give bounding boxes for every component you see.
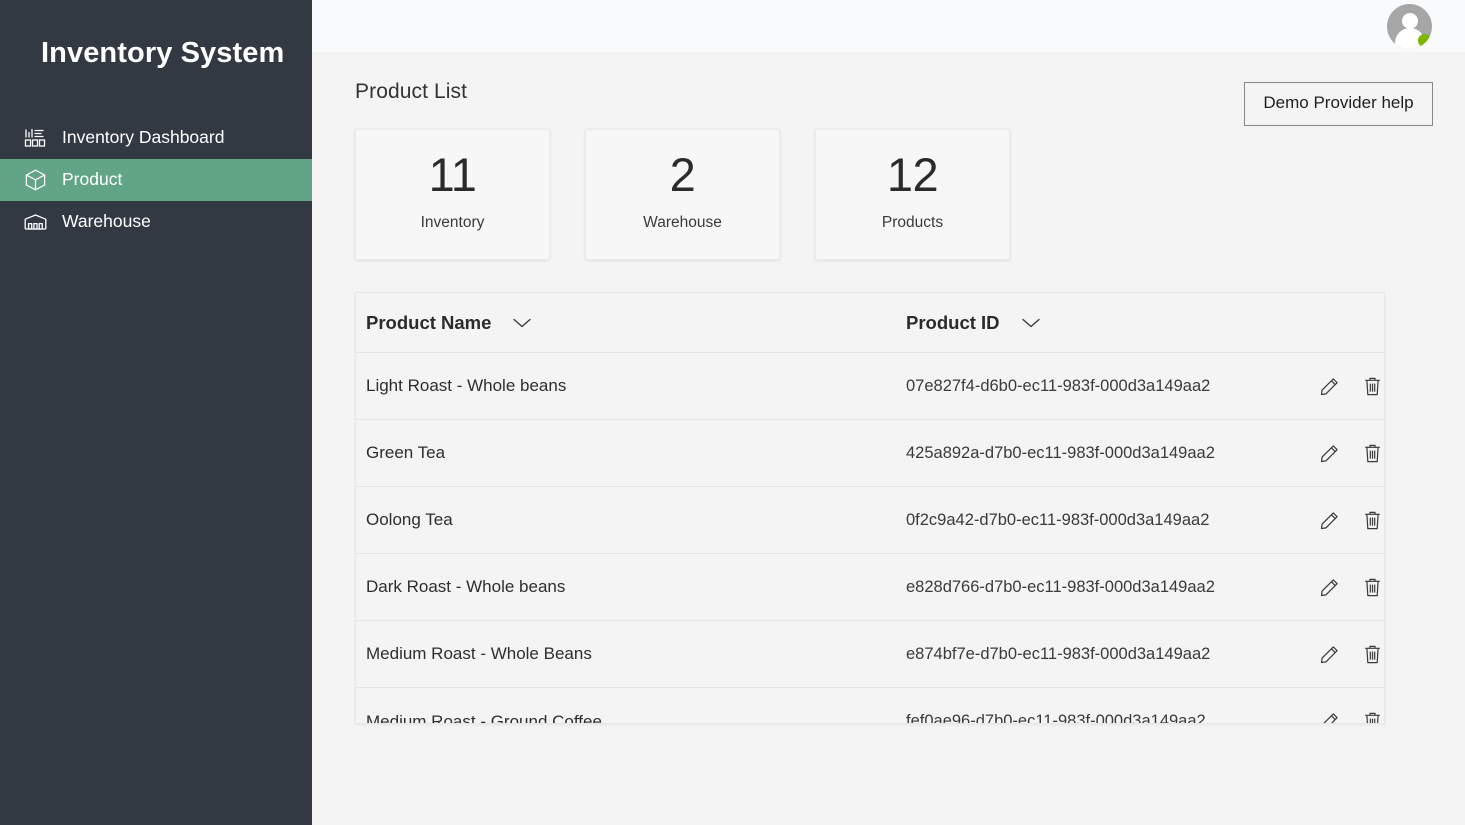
- app-brand-title: Inventory System: [0, 0, 312, 71]
- stat-label: Inventory: [421, 214, 485, 232]
- delete-trash-icon[interactable]: [1361, 442, 1383, 464]
- sidebar-item-label: Inventory Dashboard: [62, 129, 224, 148]
- cell-product-id: 07e827f4-d6b0-ec11-983f-000d3a149aa2: [906, 377, 1306, 396]
- product-table: Product Name Product ID: [355, 292, 1385, 724]
- edit-pencil-icon[interactable]: [1318, 643, 1340, 665]
- cell-product-name: Dark Roast - Whole beans: [366, 577, 906, 597]
- cell-actions: [1306, 643, 1384, 665]
- table-row[interactable]: Dark Roast - Whole beans e828d766-d7b0-e…: [356, 554, 1384, 621]
- cell-product-name: Light Roast - Whole beans: [366, 376, 906, 396]
- sidebar-item-product[interactable]: Product: [0, 159, 312, 201]
- edit-pencil-icon[interactable]: [1318, 375, 1340, 397]
- table-row[interactable]: Medium Roast - Ground Coffee fef0ae96-d7…: [356, 688, 1384, 724]
- cell-actions: [1306, 576, 1384, 598]
- sidebar-nav: Inventory Dashboard Product: [0, 117, 312, 243]
- delete-trash-icon[interactable]: [1361, 375, 1383, 397]
- table-row[interactable]: Medium Roast - Whole Beans e874bf7e-d7b0…: [356, 621, 1384, 688]
- sidebar-item-label: Warehouse: [62, 213, 151, 232]
- edit-pencil-icon[interactable]: [1318, 711, 1340, 725]
- delete-trash-icon[interactable]: [1361, 643, 1383, 665]
- column-header-label: Product Name: [366, 312, 491, 334]
- sidebar: Inventory System Inventory Dashboard: [0, 0, 312, 825]
- cell-product-name: Oolong Tea: [366, 510, 906, 530]
- sidebar-item-warehouse[interactable]: Warehouse: [0, 201, 312, 243]
- stat-card-inventory: 11 Inventory: [355, 129, 550, 260]
- cell-product-name: Green Tea: [366, 443, 906, 463]
- column-header-product-name[interactable]: Product Name: [366, 312, 906, 334]
- warehouse-icon: [22, 210, 48, 234]
- stat-label: Warehouse: [643, 214, 722, 232]
- avatar[interactable]: [1387, 4, 1432, 49]
- main-area: Product List Demo Provider help 11 Inven…: [312, 0, 1465, 825]
- cell-product-id: 0f2c9a42-d7b0-ec11-983f-000d3a149aa2: [906, 511, 1306, 530]
- chevron-down-icon[interactable]: [511, 316, 533, 329]
- demo-provider-help-button[interactable]: Demo Provider help: [1244, 82, 1433, 126]
- edit-pencil-icon[interactable]: [1318, 442, 1340, 464]
- table-header-row: Product Name Product ID: [356, 293, 1384, 353]
- stat-label: Products: [882, 214, 943, 232]
- stat-value: 11: [429, 151, 477, 198]
- top-bar: [312, 0, 1465, 52]
- edit-pencil-icon[interactable]: [1318, 509, 1340, 531]
- cell-actions: [1306, 509, 1384, 531]
- delete-trash-icon[interactable]: [1361, 576, 1383, 598]
- cell-product-id: e828d766-d7b0-ec11-983f-000d3a149aa2: [906, 578, 1306, 597]
- app-root: Inventory System Inventory Dashboard: [0, 0, 1465, 825]
- column-header-label: Product ID: [906, 312, 1000, 334]
- cell-product-name: Medium Roast - Ground Coffee: [366, 712, 906, 725]
- cell-actions: [1306, 442, 1384, 464]
- cell-product-id: 425a892a-d7b0-ec11-983f-000d3a149aa2: [906, 444, 1306, 463]
- package-icon: [22, 168, 48, 192]
- status-online-dot: [1418, 34, 1431, 47]
- edit-pencil-icon[interactable]: [1318, 576, 1340, 598]
- delete-trash-icon[interactable]: [1361, 509, 1383, 531]
- cell-actions: [1306, 711, 1384, 725]
- cell-product-name: Medium Roast - Whole Beans: [366, 644, 906, 664]
- dashboard-icon: [22, 126, 48, 150]
- cell-product-id: e874bf7e-d7b0-ec11-983f-000d3a149aa2: [906, 645, 1306, 664]
- stat-card-warehouse: 2 Warehouse: [585, 129, 780, 260]
- stat-card-products: 12 Products: [815, 129, 1010, 260]
- stat-value: 2: [670, 151, 696, 198]
- table-row[interactable]: Green Tea 425a892a-d7b0-ec11-983f-000d3a…: [356, 420, 1384, 487]
- sidebar-item-label: Product: [62, 171, 122, 190]
- avatar-head: [1402, 13, 1418, 29]
- table-row[interactable]: Light Roast - Whole beans 07e827f4-d6b0-…: [356, 353, 1384, 420]
- column-header-product-id[interactable]: Product ID: [906, 312, 1306, 334]
- delete-trash-icon[interactable]: [1361, 711, 1383, 725]
- stat-value: 12: [887, 151, 938, 198]
- cell-product-id: fef0ae96-d7b0-ec11-983f-000d3a149aa2: [906, 712, 1306, 724]
- sidebar-item-inventory-dashboard[interactable]: Inventory Dashboard: [0, 117, 312, 159]
- chevron-down-icon[interactable]: [1020, 316, 1042, 329]
- table-row[interactable]: Oolong Tea 0f2c9a42-d7b0-ec11-983f-000d3…: [356, 487, 1384, 554]
- stat-cards: 11 Inventory 2 Warehouse 12 Products: [355, 129, 1432, 260]
- content-panel: Product List Demo Provider help 11 Inven…: [312, 52, 1465, 724]
- cell-actions: [1306, 375, 1384, 397]
